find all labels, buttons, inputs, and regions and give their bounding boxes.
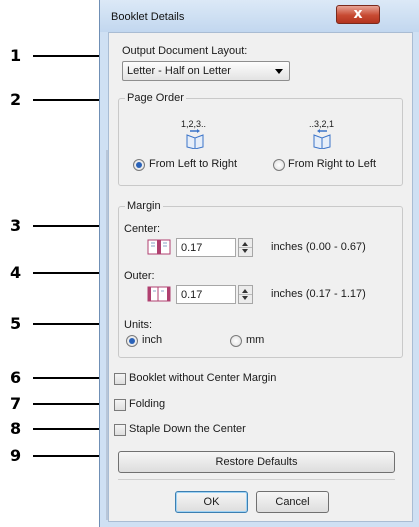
ltr-label: From Left to Right — [149, 158, 238, 170]
rtl-label: From Right to Left — [288, 158, 377, 170]
ltr-caption: 1,2,3.. — [181, 119, 207, 129]
callout-6: 6 — [10, 368, 22, 387]
spin-up-icon — [242, 289, 248, 293]
output-layout-label: Output Document Layout: — [122, 45, 248, 57]
callout-9: 9 — [10, 446, 22, 465]
center-margin-spinner[interactable] — [238, 238, 253, 257]
center-margin-value: 0.17 — [181, 242, 203, 254]
outer-range: inches (0.17 - 1.17) — [271, 288, 366, 300]
radio-right-to-left[interactable] — [273, 159, 285, 171]
unit-inch-label: inch — [142, 334, 163, 346]
output-layout-dropdown[interactable]: Letter - Half on Letter — [122, 61, 290, 81]
center-range: inches (0.00 - 0.67) — [271, 241, 366, 253]
checkbox-no-center-margin[interactable] — [114, 373, 126, 385]
ok-button[interactable]: OK — [175, 491, 248, 513]
callout-3: 3 — [10, 216, 22, 235]
radio-left-to-right[interactable] — [133, 159, 145, 171]
folding-label: Folding — [129, 398, 166, 410]
no-center-margin-label: Booklet without Center Margin — [129, 372, 277, 384]
dialog-title: Booklet Details — [111, 11, 185, 23]
spin-down-icon — [242, 296, 248, 300]
callout-4: 4 — [10, 263, 22, 282]
unit-mm-label: mm — [246, 334, 265, 346]
outer-margin-input[interactable]: 0.17 — [176, 285, 236, 304]
booklet-details-dialog: Booklet Details x Output Document Layout… — [99, 0, 419, 527]
restore-defaults-button[interactable]: Restore Defaults — [118, 451, 395, 473]
button-separator — [118, 479, 395, 480]
book-rtl-icon — [313, 129, 331, 149]
spinner-divider — [239, 247, 252, 248]
close-icon: x — [353, 6, 363, 22]
outer-margin-icon — [147, 286, 171, 302]
margin-legend: Margin — [125, 200, 163, 212]
checkbox-staple-center[interactable] — [114, 424, 126, 436]
outer-margin-value: 0.17 — [181, 289, 203, 301]
chevron-down-icon — [275, 69, 283, 74]
spin-down-icon — [242, 249, 248, 253]
staple-center-label: Staple Down the Center — [129, 423, 246, 435]
center-label: Center: — [124, 223, 161, 235]
dialog-body: Output Document Layout: Letter - Half on… — [108, 32, 413, 522]
close-button[interactable]: x — [336, 5, 380, 24]
callout-2: 2 — [10, 90, 22, 109]
checkbox-folding[interactable] — [114, 399, 126, 411]
page-order-legend: Page Order — [125, 92, 186, 104]
center-margin-input[interactable]: 0.17 — [176, 238, 236, 257]
output-layout-value: Letter - Half on Letter — [127, 65, 231, 77]
page-order-group — [118, 98, 403, 186]
callout-8: 8 — [10, 419, 22, 438]
spin-up-icon — [242, 242, 248, 246]
units-label: Units: — [124, 319, 153, 331]
callout-5: 5 — [10, 314, 22, 333]
cancel-button[interactable]: Cancel — [256, 491, 329, 513]
radio-unit-mm[interactable] — [230, 335, 242, 347]
title-bar[interactable]: Booklet Details x — [100, 0, 419, 32]
spinner-divider — [239, 294, 252, 295]
center-margin-icon — [147, 239, 171, 255]
rtl-caption: ..3,2,1 — [309, 119, 335, 129]
callout-1: 1 — [10, 46, 22, 65]
radio-unit-inch[interactable] — [126, 335, 138, 347]
outer-label: Outer: — [124, 270, 155, 282]
callout-7: 7 — [10, 394, 22, 413]
outer-margin-spinner[interactable] — [238, 285, 253, 304]
book-ltr-icon — [186, 129, 204, 149]
